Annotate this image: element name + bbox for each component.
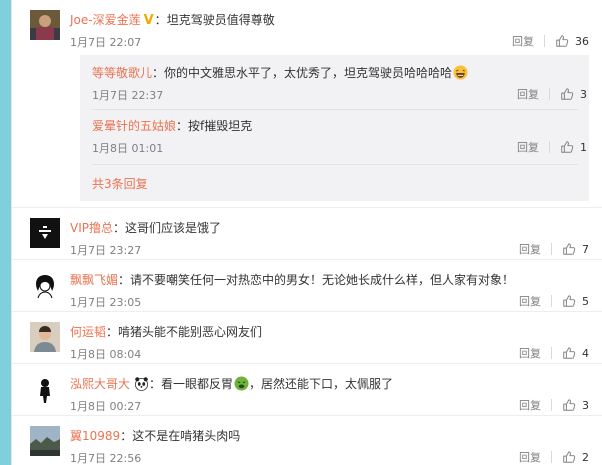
avatar[interactable] bbox=[30, 270, 60, 300]
avatar[interactable] bbox=[30, 218, 60, 248]
thumbs-up-icon[interactable] bbox=[560, 87, 574, 101]
comment-time: 1月7日 22:56 bbox=[70, 452, 142, 465]
more-replies-link[interactable]: 共3条回复 bbox=[92, 175, 148, 192]
username-link[interactable]: 飘飘飞媚 bbox=[70, 273, 118, 287]
verified-badge-icon: V bbox=[143, 13, 154, 28]
like-count: 3 bbox=[580, 87, 587, 101]
comment-text: 请不要嘲笑任何一对热恋中的男女！无论她长成什么样，但人家有对象！ bbox=[130, 273, 515, 287]
laughing-emoji-icon bbox=[453, 65, 468, 80]
reply-time: 1月7日 22:37 bbox=[92, 89, 164, 102]
reply-button[interactable]: 回复 bbox=[519, 397, 541, 413]
panda-badge-icon bbox=[135, 377, 148, 391]
like-count: 1 bbox=[580, 140, 587, 154]
reply-actions: 回复 3 bbox=[517, 86, 587, 102]
reply-text: 按f摧毁坦克 bbox=[188, 119, 253, 133]
avatar[interactable] bbox=[30, 10, 60, 40]
divider bbox=[92, 164, 578, 165]
like-count: 4 bbox=[582, 346, 589, 360]
page-side-accent bbox=[0, 0, 11, 465]
reply-button[interactable]: 回复 bbox=[512, 33, 534, 49]
username-link[interactable]: 泓熙大哥大 bbox=[70, 377, 130, 391]
comment-time: 1月7日 23:27 bbox=[70, 244, 142, 257]
comment-item: VIP撸总：这哥们应该是饿了 1月7日 23:27 回复 7 bbox=[12, 207, 602, 259]
like-count: 36 bbox=[575, 34, 589, 48]
username-link[interactable]: 何运韬 bbox=[70, 325, 106, 339]
thumbs-up-icon[interactable] bbox=[560, 140, 574, 154]
reply-button[interactable]: 回复 bbox=[519, 293, 541, 309]
username-link[interactable]: 爱晕针的五姑娘 bbox=[92, 119, 176, 133]
username-link[interactable]: Joe-深爱金莲 bbox=[70, 13, 141, 27]
comment-actions: 回复 4 bbox=[519, 345, 589, 361]
comment-header: VIP撸总：这哥们应该是饿了 bbox=[70, 221, 222, 235]
comment-time: 1月8日 00:27 bbox=[70, 400, 142, 413]
thumbs-up-icon[interactable] bbox=[562, 346, 576, 360]
comment-time: 1月7日 22:07 bbox=[70, 36, 142, 49]
reply-header: 爱晕针的五姑娘：按f摧毁坦克 bbox=[92, 119, 253, 133]
comment-actions: 回复 36 bbox=[512, 33, 589, 49]
comment-header: 飘飘飞媚：请不要嘲笑任何一对热恋中的男女！无论她长成什么样，但人家有对象！ bbox=[70, 273, 515, 287]
username-link[interactable]: 等等敬歌儿 bbox=[92, 66, 152, 80]
username-link[interactable]: VIP撸总 bbox=[70, 221, 113, 235]
avatar[interactable] bbox=[30, 374, 60, 404]
like-count: 5 bbox=[582, 294, 589, 308]
reply-item: 爱晕针的五姑娘：按f摧毁坦克 1月8日 01:01 回复 1 bbox=[80, 110, 589, 165]
reply-button[interactable]: 回复 bbox=[517, 86, 539, 102]
thumbs-up-icon[interactable] bbox=[562, 242, 576, 256]
divider bbox=[551, 295, 552, 307]
reply-button[interactable]: 回复 bbox=[519, 449, 541, 465]
username-link[interactable]: 翼10989 bbox=[70, 429, 120, 443]
comment-feed: Joe-深爱金莲 V：坦克驾驶员值得尊敬 1月7日 22:07 回复 36 等等敬… bbox=[11, 0, 602, 465]
divider bbox=[549, 141, 550, 153]
comment-item: 翼10989：这不是在啃猪头肉吗 1月7日 22:56 回复 2 bbox=[12, 415, 602, 465]
divider bbox=[551, 347, 552, 359]
reply-item: 等等敬歌儿：你的中文雅思水平了，太优秀了，坦克驾驶员哈哈哈哈 1月7日 22:3… bbox=[80, 55, 589, 109]
reply-header: 等等敬歌儿：你的中文雅思水平了，太优秀了，坦克驾驶员哈哈哈哈 bbox=[92, 65, 468, 81]
divider bbox=[551, 399, 552, 411]
replies-box: 等等敬歌儿：你的中文雅思水平了，太优秀了，坦克驾驶员哈哈哈哈 1月7日 22:3… bbox=[80, 55, 589, 201]
like-count: 2 bbox=[582, 450, 589, 464]
thumbs-up-icon[interactable] bbox=[562, 450, 576, 464]
comment-text: 啃猪头能不能别恶心网友们 bbox=[118, 325, 263, 339]
divider bbox=[544, 35, 545, 47]
divider bbox=[551, 243, 552, 255]
comment-item: 何运韬：啃猪头能不能别恶心网友们 1月8日 08:04 回复 4 bbox=[12, 311, 602, 363]
like-count: 7 bbox=[582, 242, 589, 256]
comment-actions: 回复 3 bbox=[519, 397, 589, 413]
reply-time: 1月8日 01:01 bbox=[92, 142, 164, 155]
divider bbox=[551, 451, 552, 463]
comment-text-end: ，居然还能下口，太佩服了 bbox=[249, 377, 394, 391]
comment-header: 泓熙大哥大 ：看一眼都反胃 ，居然还能下口，太佩服了 bbox=[70, 376, 394, 391]
reply-button[interactable]: 回复 bbox=[517, 139, 539, 155]
comment-text: 这不是在啃猪头肉吗 bbox=[132, 429, 241, 443]
comment-text-start: 看一眼都反胃 bbox=[161, 377, 234, 391]
comment-time: 1月8日 08:04 bbox=[70, 348, 142, 361]
comment-item: Joe-深爱金莲 V：坦克驾驶员值得尊敬 1月7日 22:07 回复 36 等等敬… bbox=[12, 0, 602, 207]
comment-time: 1月7日 23:05 bbox=[70, 296, 142, 309]
avatar[interactable] bbox=[30, 426, 60, 456]
comment-text: 这哥们应该是饿了 bbox=[125, 221, 222, 235]
divider bbox=[549, 88, 550, 100]
comment-header: 何运韬：啃猪头能不能别恶心网友们 bbox=[70, 325, 263, 339]
thumbs-up-icon[interactable] bbox=[562, 398, 576, 412]
comment-item: 泓熙大哥大 ：看一眼都反胃 ，居然还能下口，太佩服了 1月8日 00:27 回复 3 bbox=[12, 363, 602, 415]
reply-button[interactable]: 回复 bbox=[519, 345, 541, 361]
like-count: 3 bbox=[582, 398, 589, 412]
thumbs-up-icon[interactable] bbox=[555, 34, 569, 48]
reply-actions: 回复 1 bbox=[517, 139, 587, 155]
reply-text: 你的中文雅思水平了，太优秀了，坦克驾驶员哈哈哈哈 bbox=[164, 66, 453, 80]
reply-button[interactable]: 回复 bbox=[519, 241, 541, 257]
thumbs-up-icon[interactable] bbox=[562, 294, 576, 308]
comment-item: 飘飘飞媚：请不要嘲笑任何一对热恋中的男女！无论她长成什么样，但人家有对象！ 1月… bbox=[12, 259, 602, 311]
comment-header: Joe-深爱金莲 V：坦克驾驶员值得尊敬 bbox=[70, 13, 275, 28]
comment-actions: 回复 2 bbox=[519, 449, 589, 465]
comment-actions: 回复 5 bbox=[519, 293, 589, 309]
avatar[interactable] bbox=[30, 322, 60, 352]
comment-actions: 回复 7 bbox=[519, 241, 589, 257]
comment-text: 坦克驾驶员值得尊敬 bbox=[166, 13, 275, 27]
vomit-emoji-icon bbox=[234, 376, 249, 391]
comment-header: 翼10989：这不是在啃猪头肉吗 bbox=[70, 429, 241, 443]
